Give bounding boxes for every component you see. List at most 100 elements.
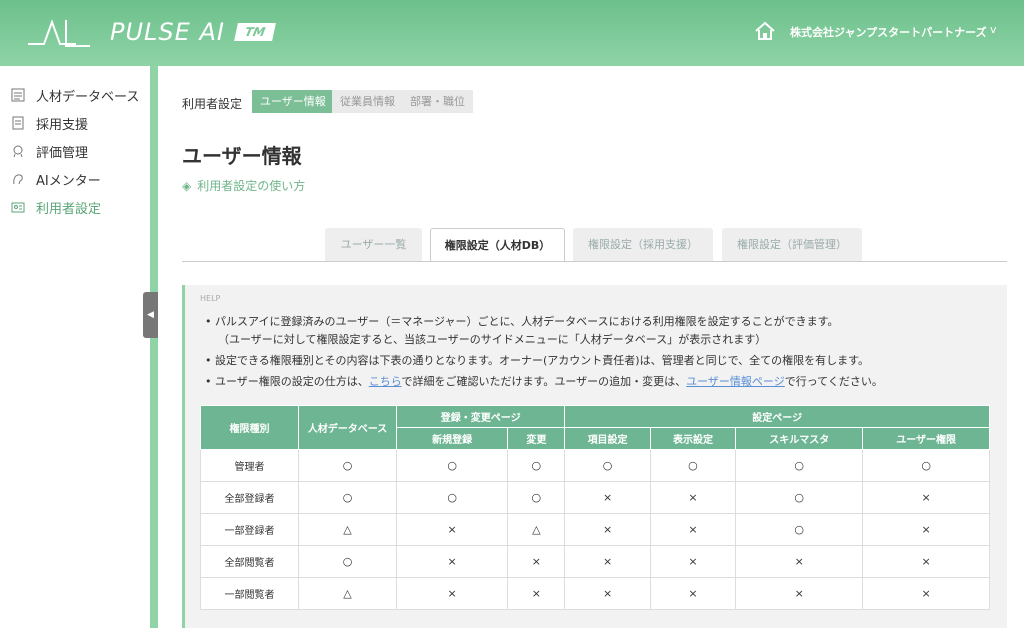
sidebar-item-evaluation[interactable]: 評価管理 [10, 140, 88, 162]
table-row: 一部閲覧者 △ × × × × × × [200, 577, 990, 610]
table-row: 全部閲覧者 ○ × × × × × × [200, 545, 990, 578]
subtab-department[interactable]: 部署・職位 [402, 90, 473, 113]
subtab-employee-info[interactable]: 従業員情報 [332, 90, 403, 113]
permission-cell: ○ [735, 513, 864, 546]
help-line: • パルスアイに登録済みのユーザー（＝マネージャー）ごとに、人材データベースにお… [205, 315, 839, 328]
permission-cell: × [507, 577, 566, 610]
help-link[interactable]: ◈ 利用者設定の使い方 [182, 177, 305, 194]
tab-permission-db[interactable]: 権限設定（人材DB） [430, 228, 565, 262]
details-link[interactable]: こちら [369, 375, 402, 388]
permission-cell: × [395, 577, 509, 610]
permission-cell: △ [298, 513, 397, 546]
permission-cell: × [862, 481, 990, 514]
column-group-header: 設定ページ [564, 405, 990, 428]
chevron-down-icon[interactable]: v [990, 23, 997, 36]
permission-cell: × [735, 577, 864, 610]
row-header: 全部登録者 [200, 481, 299, 514]
help-line: （ユーザーに対して権限設定すると、当該ユーザーのサイドメニューに「人材データベー… [218, 333, 767, 346]
sidebar-collapse-button[interactable]: ◀ [143, 292, 158, 338]
permission-cell: ○ [862, 449, 990, 482]
brand-tm-badge: TM [234, 23, 276, 41]
sidebar-divider [150, 66, 158, 628]
permission-cell: × [564, 577, 651, 610]
permission-cell: × [395, 545, 509, 578]
row-header: 管理者 [200, 449, 299, 482]
brand-name: PULSE AI [110, 18, 225, 46]
permission-cell: × [735, 545, 864, 578]
row-header: 全部閲覧者 [200, 545, 299, 578]
permission-cell: × [564, 481, 651, 514]
permission-cell: ○ [298, 449, 397, 482]
sidebar-item-label: 採用支援 [36, 117, 89, 133]
column-header: 人材データベース [298, 405, 397, 450]
sidebar-item-label: 評価管理 [36, 145, 89, 161]
tab-user-list[interactable]: ユーザー一覧 [325, 228, 422, 261]
table-row: 一部登録者 △ × △ × × ○ × [200, 513, 990, 546]
help-label: HELP [200, 294, 221, 303]
permission-cell: × [564, 513, 651, 546]
permission-cell: × [649, 545, 737, 578]
permission-cell: × [862, 513, 990, 546]
permission-cell: ○ [298, 481, 397, 514]
tab-divider [182, 261, 1007, 262]
sidebar-item-database[interactable]: 人材データベース [10, 84, 139, 106]
document-icon [10, 115, 26, 131]
permission-cell: × [862, 545, 990, 578]
permission-cell: × [395, 513, 509, 546]
permission-cell: × [564, 545, 651, 578]
sidebar-item-label: AIメンター [36, 173, 101, 189]
help-link-label: 利用者設定の使い方 [197, 179, 306, 193]
permission-cell: ○ [298, 545, 397, 578]
company-selector[interactable]: 株式会社ジャンプスタートパートナーズ [790, 24, 987, 40]
permission-cell: ○ [395, 481, 509, 514]
subtab-user-info[interactable]: ユーザー情報 [252, 90, 334, 113]
help-line: • 設定できる権限種別とその内容は下表の通りとなります。オーナー(アカウント責任… [205, 354, 870, 367]
permission-cell: ○ [649, 449, 737, 482]
sidebar-item-ai-mentor[interactable]: AIメンター [10, 168, 101, 190]
breadcrumb-label: 利用者設定 [182, 97, 243, 111]
table-row: 管理者 ○ ○ ○ ○ ○ ○ ○ [200, 449, 990, 482]
pulse-logo-icon[interactable] [26, 16, 92, 50]
permission-cell: ○ [735, 449, 864, 482]
permission-cell: △ [298, 577, 397, 610]
permission-table: 権限種別 人材データベース 登録・変更ページ 設定ページ 新規登録 変更 項目設… [200, 405, 990, 610]
permission-cell: ○ [735, 481, 864, 514]
sidebar-item-label: 人材データベース [36, 89, 140, 105]
sidebar-item-recruit[interactable]: 採用支援 [10, 112, 88, 134]
permission-cell: △ [507, 513, 566, 546]
row-header: 一部登録者 [200, 513, 299, 546]
column-header: 変更 [507, 427, 566, 450]
column-header: 権限種別 [200, 405, 299, 450]
permission-cell: ○ [564, 449, 651, 482]
settings-card-icon [10, 199, 26, 215]
app-header: PULSE AI TM 株式会社ジャンプスタートパートナーズ v [0, 0, 1024, 66]
permission-cell: × [507, 545, 566, 578]
permission-cell: × [862, 577, 990, 610]
tab-permission-recruit[interactable]: 権限設定（採用支援） [573, 228, 713, 261]
sidebar-item-user-settings[interactable]: 利用者設定 [10, 196, 101, 218]
diamond-icon: ◈ [182, 178, 192, 193]
home-icon[interactable] [754, 20, 776, 42]
page-title: ユーザー情報 [182, 144, 302, 168]
mentor-icon [10, 171, 26, 187]
tab-permission-evaluation[interactable]: 権限設定（評価管理） [722, 228, 862, 261]
column-group-header: 登録・変更ページ [395, 405, 566, 428]
medal-icon [10, 143, 26, 159]
permission-cell: × [649, 513, 737, 546]
help-line: • ユーザー権限の設定の仕方は、こちらで詳細をご確認いただけます。ユーザーの追加… [205, 375, 883, 388]
column-header: 項目設定 [564, 427, 651, 450]
column-header: 新規登録 [395, 427, 509, 450]
permission-cell: × [649, 577, 737, 610]
permission-cell: × [649, 481, 737, 514]
row-header: 一部閲覧者 [200, 577, 299, 610]
sidebar-item-label: 利用者設定 [36, 201, 102, 217]
table-row: 全部登録者 ○ ○ ○ × × ○ × [200, 481, 990, 514]
column-header: 表示設定 [649, 427, 737, 450]
column-header: スキルマスタ [735, 427, 864, 450]
permission-cell: ○ [507, 449, 566, 482]
user-info-page-link[interactable]: ユーザー情報ページ [686, 375, 785, 388]
permission-cell: ○ [395, 449, 509, 482]
column-header: ユーザー権限 [862, 427, 990, 450]
permission-cell: ○ [507, 481, 566, 514]
database-icon [10, 87, 26, 103]
